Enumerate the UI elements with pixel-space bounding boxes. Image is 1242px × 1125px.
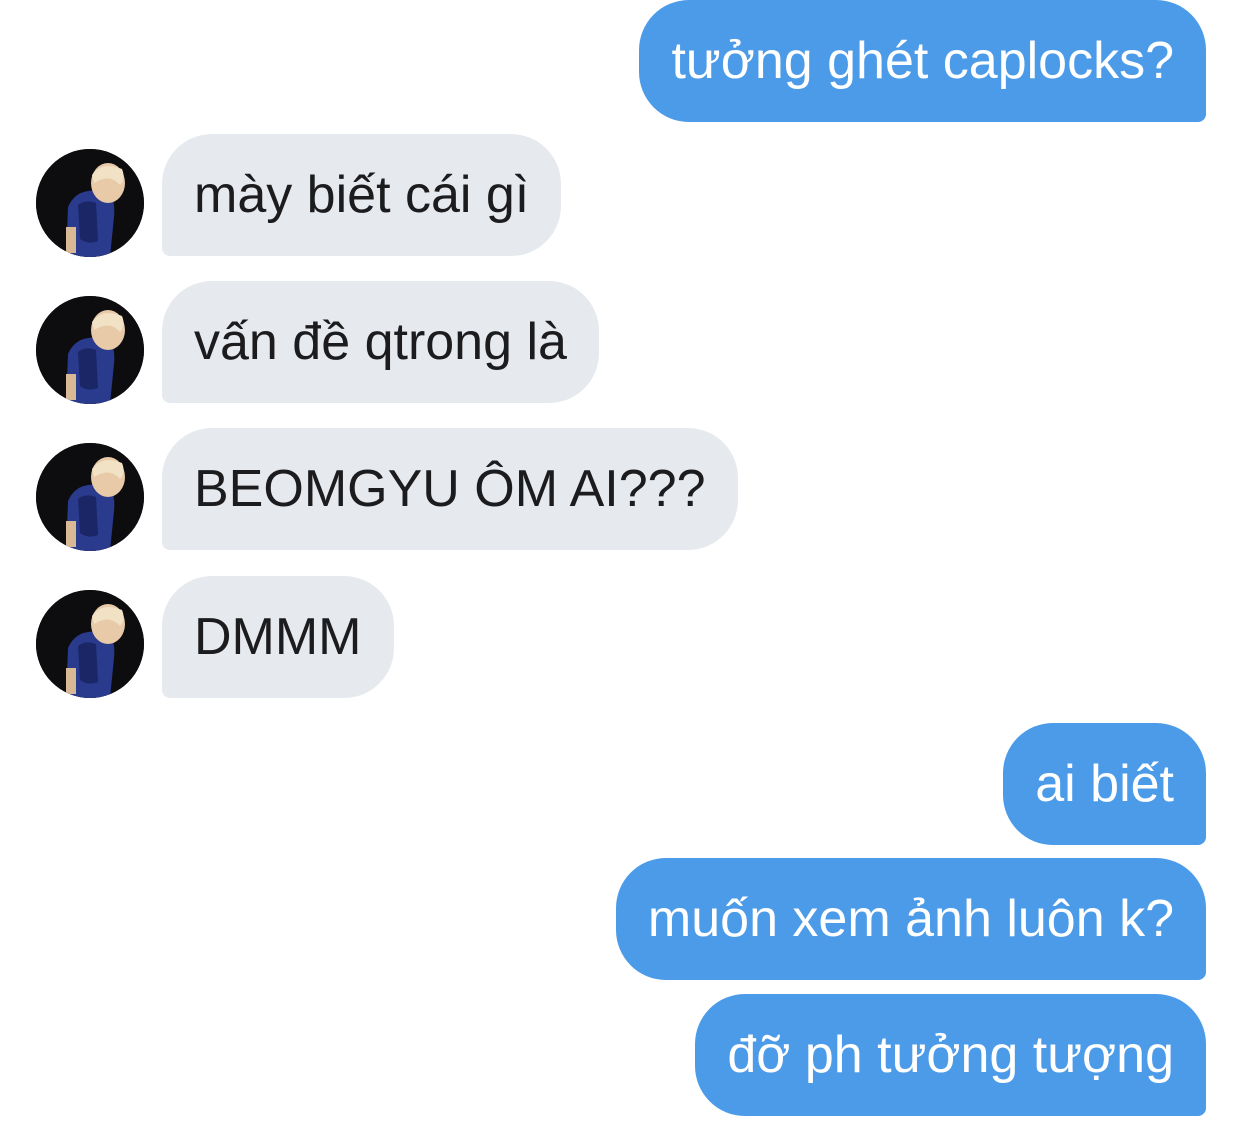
message-text: DMMM	[194, 608, 362, 666]
sent-message-bubble[interactable]: tưởng ghét caplocks?	[639, 0, 1206, 122]
sent-message-bubble[interactable]: ai biết	[1003, 723, 1206, 845]
message-text: muốn xem ảnh luôn k?	[647, 890, 1174, 948]
message-text: mày biết cái gì	[194, 166, 530, 224]
sender-avatar[interactable]	[36, 296, 144, 404]
sender-avatar[interactable]	[36, 149, 144, 257]
sender-avatar[interactable]	[36, 443, 144, 551]
message-text: vấn đề qtrong là	[194, 313, 567, 371]
message-text: BEOMGYU ÔM AI???	[194, 460, 706, 518]
received-message-bubble[interactable]: mày biết cái gì	[162, 134, 562, 256]
received-message-bubble[interactable]: DMMM	[162, 576, 394, 698]
sent-message-bubble[interactable]: đỡ ph tưởng tượng	[695, 994, 1206, 1116]
received-message-bubble[interactable]: BEOMGYU ÔM AI???	[162, 428, 738, 550]
avatar-photo-icon	[36, 149, 144, 257]
message-text: đỡ ph tưởng tượng	[727, 1026, 1174, 1084]
received-message-bubble[interactable]: vấn đề qtrong là	[162, 281, 599, 403]
avatar-photo-icon	[36, 296, 144, 404]
sender-avatar[interactable]	[36, 590, 144, 698]
message-text: ai biết	[1035, 755, 1174, 813]
sent-message-bubble[interactable]: muốn xem ảnh luôn k?	[615, 858, 1206, 980]
avatar-photo-icon	[36, 590, 144, 698]
message-text: tưởng ghét caplocks?	[671, 32, 1174, 90]
avatar-photo-icon	[36, 443, 144, 551]
